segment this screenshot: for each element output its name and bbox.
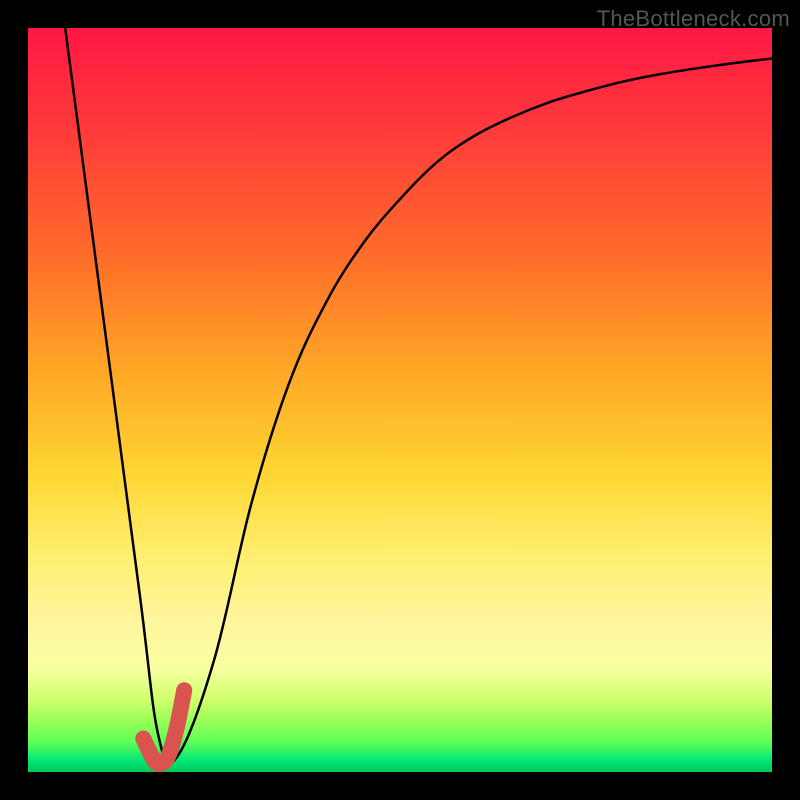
plot-area — [28, 28, 772, 772]
bottleneck-curve — [65, 28, 772, 764]
chart-svg — [28, 28, 772, 772]
chart-frame: TheBottleneck.com — [0, 0, 800, 800]
